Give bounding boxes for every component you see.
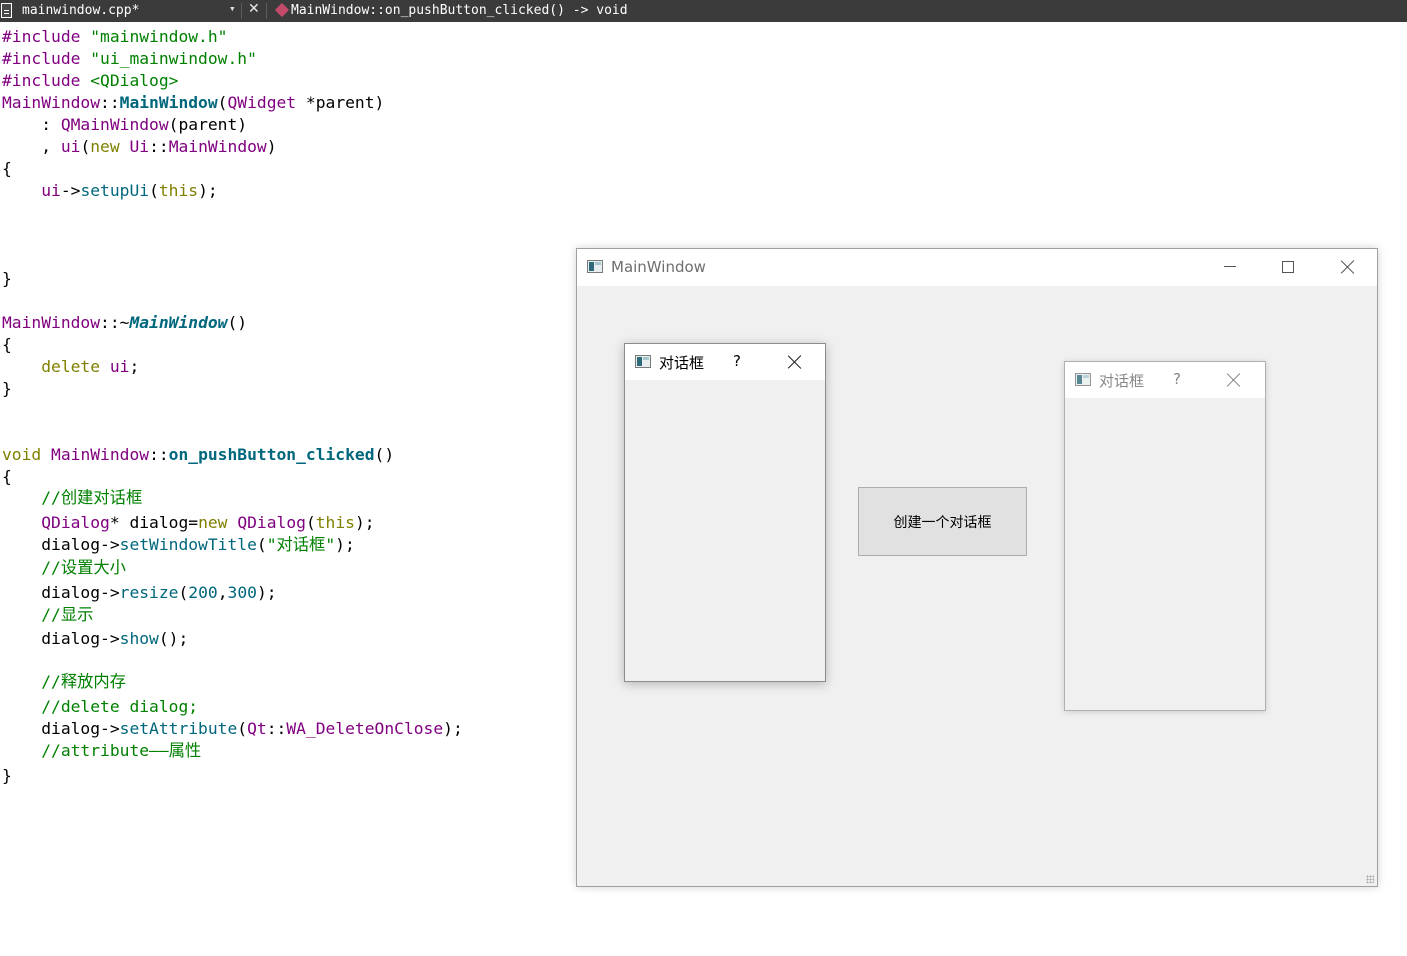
document-icon [1,3,12,18]
code-line: dialog->show(); [2,629,189,648]
help-icon[interactable]: ? [733,352,741,370]
function-icon [274,2,290,18]
close-file-icon[interactable]: ✕ [248,1,260,17]
code-line: MainWindow::MainWindow(QWidget *parent) [2,93,385,112]
code-line: : QMainWindow(parent) [2,115,248,134]
separator [266,3,267,19]
code-line: } [2,269,12,288]
code-line: delete ui; [41,357,140,376]
code-line: //创建对话框 [41,488,143,507]
help-icon[interactable]: ? [1173,370,1181,388]
code-line: dialog->resize(200,300); [2,583,277,602]
create-dialog-button[interactable]: 创建一个对话框 [858,487,1027,556]
app-icon [587,260,603,273]
main-window: MainWindow 对话框 ? 创建一个对话框 对话框 ? [576,248,1378,887]
code-line: ui->setupUi(this); [41,181,218,200]
dialog-window: 对话框 ? [624,343,826,682]
code-line: } [2,766,12,785]
code-line: #include "mainwindow.h" [2,27,228,46]
code-line: { [2,159,12,178]
code-line: { [2,467,12,486]
app-icon [635,355,651,368]
close-icon[interactable] [788,355,802,369]
dialog-titlebar[interactable]: 对话框 ? [625,344,825,380]
code-line: { [2,335,12,354]
file-name-selector[interactable]: mainwindow.cpp* [22,3,139,18]
code-line: //显示 [41,605,94,624]
resize-grip-icon[interactable] [1366,875,1374,883]
code-line: dialog->setWindowTitle("对话框"); [2,535,355,554]
code-line: #include "ui_mainwindow.h" [2,49,257,68]
main-window-titlebar[interactable]: MainWindow [577,249,1377,286]
minimize-icon[interactable] [1224,266,1236,267]
dialog-title: 对话框 [1099,372,1145,390]
dialog-titlebar[interactable]: 对话框 ? [1065,362,1265,398]
code-line: MainWindow::~MainWindow() [2,313,248,332]
function-selector[interactable]: MainWindow::on_pushButton_clicked() -> v… [291,3,628,18]
code-line: //attribute——属性 [41,741,202,760]
code-line: , ui(new Ui::MainWindow) [2,137,277,156]
code-line: QDialog* dialog=new QDialog(this); [41,513,375,532]
code-line: } [2,379,12,398]
code-line: void MainWindow::on_pushButton_clicked() [2,445,395,464]
code-line: //delete dialog; [41,697,199,716]
code-line: dialog->setAttribute(Qt::WA_DeleteOnClos… [2,719,463,738]
editor-header: mainwindow.cpp* ▾ ✕ MainWindow::on_pushB… [0,0,1407,22]
code-line: //释放内存 [41,672,126,691]
app-icon [1075,373,1091,386]
close-icon[interactable] [1227,373,1241,387]
maximize-icon[interactable] [1282,261,1294,273]
chevron-down-icon[interactable]: ▾ [229,2,236,15]
main-window-title: MainWindow [611,258,706,276]
code-line: //设置大小 [41,558,126,577]
code-line: #include <QDialog> [2,71,179,90]
dialog-window: 对话框 ? [1064,361,1266,711]
close-icon[interactable] [1341,260,1355,274]
separator [241,3,242,19]
dialog-title: 对话框 [659,354,705,372]
